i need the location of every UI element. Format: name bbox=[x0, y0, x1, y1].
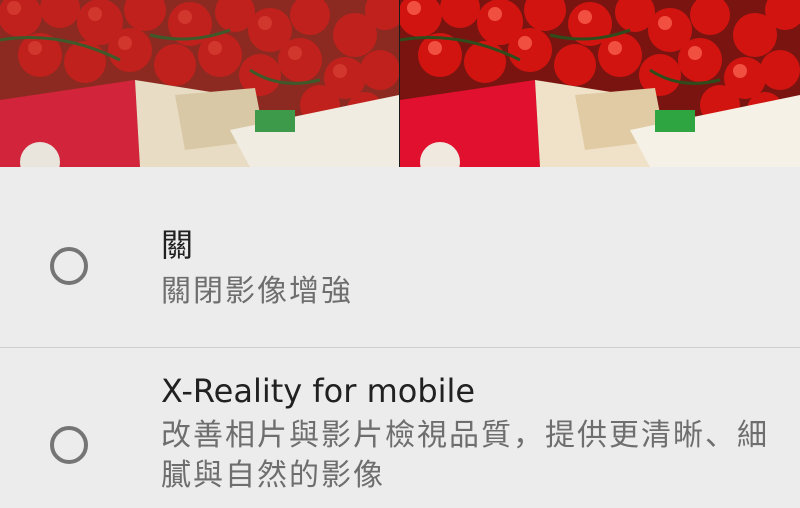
option-off-radio-button[interactable] bbox=[50, 247, 88, 285]
comparison-preview bbox=[0, 0, 800, 167]
option-off-description: 關閉影像增強 bbox=[161, 274, 353, 309]
option-x-reality-title: X-Reality for mobile bbox=[161, 372, 476, 410]
option-x-reality-radio-button[interactable] bbox=[50, 426, 88, 464]
option-x-reality-description: 改善相片與影片檢視品質，提供更清晰、細膩與自然的影像 bbox=[161, 418, 769, 493]
preview-before-image bbox=[0, 0, 399, 167]
option-off[interactable]: 關 關閉影像增強 bbox=[0, 167, 800, 348]
option-off-title: 關 bbox=[161, 226, 194, 264]
option-x-reality[interactable]: X-Reality for mobile 改善相片與影片檢視品質，提供更清晰、細… bbox=[0, 348, 800, 508]
preview-after-image bbox=[400, 0, 800, 167]
image-enhancement-options: 關 關閉影像增強 X-Reality for mobile 改善相片與影片檢視品… bbox=[0, 167, 800, 494]
